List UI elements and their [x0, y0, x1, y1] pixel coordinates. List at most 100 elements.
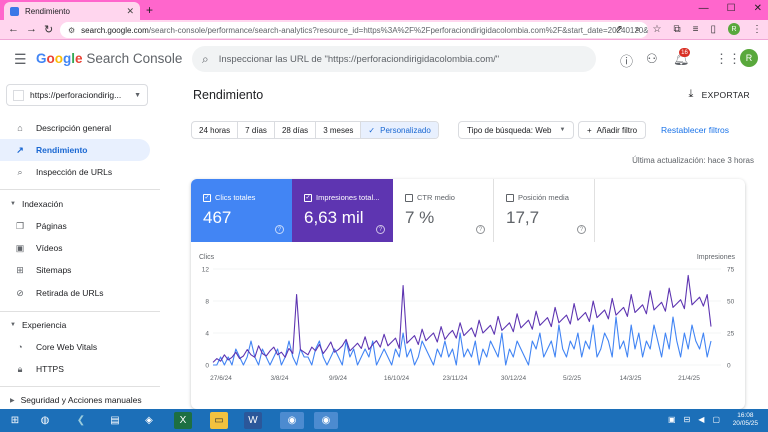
volume-icon[interactable]: ◀︎ — [698, 415, 704, 424]
system-clock[interactable]: 16:08 20/05/25 — [733, 412, 758, 428]
sidebar-item-pages[interactable]: ❐ Páginas — [0, 215, 150, 237]
browser-tab[interactable]: Rendimiento ✕ — [4, 2, 140, 20]
sidebar-item-label: Páginas — [36, 221, 67, 231]
metric-label: Posición media — [518, 193, 569, 202]
left-axis-label: Clics — [199, 254, 215, 261]
zoom-icon[interactable]: ⌕ — [635, 24, 641, 35]
notification-icon[interactable]: ▢ — [712, 415, 720, 424]
reload-icon[interactable]: ↻ — [44, 23, 53, 36]
bookmark-star-icon[interactable]: ☆ — [653, 24, 662, 35]
open-in-app-icon[interactable]: ⇗ — [615, 24, 623, 35]
excel-icon[interactable]: X — [174, 412, 192, 429]
right-tick-label: 50 — [727, 299, 735, 306]
sidebar-section-indexing[interactable]: ▼ Indexación — [10, 199, 63, 209]
minimize-icon[interactable]: — — [699, 3, 709, 14]
checkbox-checked-icon[interactable]: ✓ — [304, 193, 312, 202]
dropdown-caret-icon: ▼ — [134, 91, 141, 99]
sidebar-section-security[interactable]: ▶ Seguridad y Acciones manuales — [10, 395, 142, 405]
manage-users-icon[interactable]: ⚇ — [646, 51, 658, 67]
forward-icon[interactable]: → — [26, 23, 37, 35]
window-close-icon[interactable]: ✕ — [754, 3, 762, 14]
left-tick-label: 12 — [202, 267, 210, 274]
reset-filters-link[interactable]: Restablecer filtros — [661, 125, 729, 135]
help-icon[interactable]: ? — [476, 225, 485, 234]
sidebar-item-label: Descripción general — [36, 123, 112, 133]
reading-list-icon[interactable]: ≡ — [693, 24, 699, 35]
x-tick-label: 30/12/24 — [501, 375, 527, 382]
metric-total-impressions[interactable]: ✓ Impresiones total... 6,63 mil ? — [292, 179, 393, 242]
maximize-icon[interactable]: ☐ — [727, 3, 736, 14]
side-panel-icon[interactable]: ▯ — [710, 24, 716, 35]
sidebar-item-url-inspection[interactable]: ⌕ Inspección de URLs — [0, 161, 150, 183]
property-favicon-icon — [13, 89, 24, 101]
url-field[interactable]: ⚙ search.google.com/search-console/perfo… — [60, 22, 648, 38]
sidebar-item-overview[interactable]: ⌂ Descripción general — [0, 117, 150, 139]
windows-start-icon[interactable]: ⊞ — [6, 412, 24, 429]
sidebar-item-videos[interactable]: ▣ Vídeos — [0, 237, 150, 259]
tab-title: Rendimiento — [25, 6, 70, 16]
chrome-icon[interactable]: ◉ — [280, 412, 304, 429]
google-wordmark: Google — [36, 51, 83, 66]
extensions-icon[interactable]: ⧉ — [674, 24, 681, 35]
new-tab-icon[interactable]: + — [146, 3, 153, 17]
help-icon[interactable]: ? — [577, 225, 586, 234]
x-tick-label: 14/3/25 — [620, 375, 642, 382]
right-tick-label: 25 — [727, 331, 735, 338]
search-type-dropdown[interactable]: Tipo de búsqueda: Web ▼ — [458, 121, 575, 139]
sidebar-item-sitemaps[interactable]: ⊞ Sitemaps — [0, 259, 150, 281]
vscode-icon[interactable]: ❮ — [72, 412, 90, 429]
add-filter-button[interactable]: + Añadir filtro — [578, 121, 647, 139]
help-icon[interactable]: ? — [376, 225, 385, 234]
property-name: https://perforaciondirig... — [30, 90, 122, 100]
browser-tab-bar: Rendimiento ✕ + — ☐ ✕ — [0, 0, 768, 20]
sidebar-item-core-web-vitals[interactable]: ◔ Core Web Vitals — [0, 336, 150, 358]
browser-profile-avatar[interactable]: R — [728, 23, 740, 35]
date-filter-24h[interactable]: 24 horas — [192, 122, 239, 138]
metric-label: CTR medio — [417, 193, 455, 202]
search-console-logo[interactable]: Google Search Console — [36, 51, 182, 66]
search-type-label: Tipo de búsqueda: Web — [467, 125, 552, 135]
sidebar-item-removals[interactable]: ⊘ Retirada de URLs — [0, 282, 150, 304]
tray-icon[interactable]: ⊟ — [684, 415, 691, 424]
tray-icon[interactable]: ▣ — [668, 415, 676, 424]
date-filter-7d[interactable]: 7 días — [238, 122, 275, 138]
url-inspection-search[interactable]: ⌕ Inspeccionar las URL de "https://perfo… — [192, 46, 596, 72]
sidebar-item-https[interactable]: 🔒︎ HTTPS — [0, 358, 150, 380]
hamburger-menu-icon[interactable]: ☰ — [14, 51, 27, 68]
chrome-icon[interactable]: ◉ — [314, 412, 338, 429]
metric-label: Clics totales — [215, 193, 256, 202]
app-icon[interactable]: ◍ — [36, 412, 54, 429]
metric-total-clicks[interactable]: ✓ Clics totales 467 ? — [191, 179, 292, 242]
file-explorer-icon[interactable]: ▭ — [210, 412, 228, 429]
sidebar-section-experience[interactable]: ▼ Experiencia — [10, 320, 66, 330]
metric-average-ctr[interactable]: CTR medio 7 % ? — [393, 179, 494, 242]
apps-grid-icon[interactable]: ⋮⋮ — [715, 51, 741, 67]
x-tick-label: 23/11/24 — [443, 375, 468, 382]
export-button[interactable]: ⤓ EXPORTAR — [688, 88, 750, 101]
section-label: Indexación — [21, 199, 64, 209]
checkbox-checked-icon[interactable]: ✓ — [203, 193, 211, 202]
date-filter-custom[interactable]: ✓ Personalizado — [361, 122, 438, 138]
trending-up-icon: ↗ — [16, 144, 24, 155]
back-icon[interactable]: ← — [8, 23, 19, 35]
site-info-icon[interactable]: ⚙ — [68, 26, 75, 35]
date-filter-3m[interactable]: 3 meses — [316, 122, 362, 138]
close-tab-icon[interactable]: ✕ — [126, 6, 134, 17]
help-icon[interactable]: ⓘ — [620, 51, 633, 70]
left-tick-label: 8 — [205, 299, 209, 306]
checkbox-unchecked-icon[interactable] — [506, 193, 514, 202]
date-filter-28d[interactable]: 28 días — [275, 122, 317, 138]
checkbox-unchecked-icon[interactable] — [405, 193, 413, 202]
metric-average-position[interactable]: Posición media 17,7 ? — [494, 179, 595, 242]
plus-icon: + — [587, 125, 592, 135]
performance-line-chart[interactable]: Clics Impresiones12 758 504 250 027/6/24 3/8/2… — [191, 247, 745, 387]
browser-menu-icon[interactable]: ⋮ — [752, 24, 762, 35]
sidebar-item-performance[interactable]: ↗ Rendimiento — [0, 139, 150, 161]
notepad-icon[interactable]: ▤ — [106, 412, 124, 429]
speed-icon: ◔ — [17, 342, 23, 352]
user-avatar[interactable]: R — [740, 49, 758, 67]
word-icon[interactable]: W — [244, 412, 262, 429]
app-icon[interactable]: ◈ — [140, 412, 158, 429]
help-icon[interactable]: ? — [275, 225, 284, 234]
property-selector[interactable]: https://perforaciondirig... ▼ — [6, 84, 148, 106]
